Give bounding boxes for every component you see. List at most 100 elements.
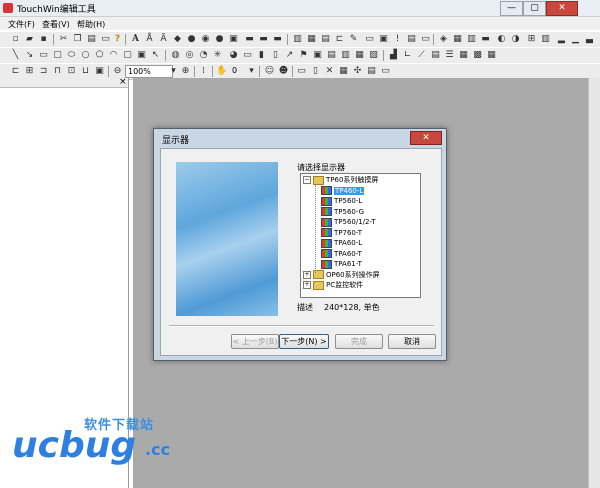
input-icon[interactable]: ▤ — [326, 50, 337, 61]
toggle-tool-icon[interactable]: ▬ — [272, 34, 283, 45]
table2-icon[interactable]: ▦ — [458, 50, 469, 61]
upload-icon[interactable]: ▭ — [420, 34, 431, 45]
save-icon[interactable]: ▪ — [38, 34, 49, 45]
properties-icon[interactable]: ▭ — [380, 66, 391, 77]
data-icon[interactable]: ▥ — [540, 34, 551, 45]
switch-tool-icon[interactable]: ▬ — [258, 34, 269, 45]
expand-icon[interactable]: + — [303, 281, 311, 289]
table-tool-icon[interactable]: ▤ — [320, 34, 331, 45]
rectangle-icon[interactable]: ▭ — [38, 50, 49, 61]
zoom-in-icon[interactable]: ⊕ — [180, 66, 191, 77]
picture-icon[interactable]: ▣ — [228, 34, 239, 45]
paste-icon[interactable]: ▤ — [86, 34, 97, 45]
zoom-select[interactable]: 100% — [125, 65, 173, 78]
chart-shape-icon[interactable]: ◉ — [200, 34, 211, 45]
pointer-icon[interactable]: ↖ — [150, 50, 161, 61]
download-icon[interactable]: ▤ — [406, 34, 417, 45]
tree-item[interactable]: TP560-L — [321, 196, 362, 207]
tree-item[interactable]: TP560-G — [321, 207, 364, 218]
hand-icon[interactable]: ✋ — [216, 66, 227, 77]
level-icon[interactable]: ▯ — [270, 50, 281, 61]
text-tool-icon[interactable]: A — [130, 34, 141, 45]
ellipse-icon[interactable]: ⬭ — [66, 50, 77, 61]
cut-icon[interactable]: ✂ — [58, 34, 69, 45]
pie-icon[interactable]: ◕ — [228, 50, 239, 61]
grid2-icon[interactable]: ▦ — [486, 50, 497, 61]
circle-outline-icon[interactable]: ○ — [80, 50, 91, 61]
meter-icon[interactable]: ◍ — [170, 50, 181, 61]
flag-icon[interactable]: ⚑ — [298, 50, 309, 61]
circle-icon[interactable]: ● — [214, 34, 225, 45]
dialog-close-button[interactable]: ✕ — [410, 131, 442, 145]
pane-close-icon[interactable]: × — [119, 77, 127, 87]
gauge-icon[interactable]: ◎ — [184, 50, 195, 61]
text-align-icon[interactable]: Å — [144, 34, 155, 45]
tree-item[interactable]: TP460-L — [321, 186, 365, 197]
tree-item[interactable]: TP560/1/2-T — [321, 217, 376, 228]
close-button[interactable]: ✕ — [546, 1, 578, 16]
emoji-a-icon[interactable]: ☺ — [264, 66, 275, 77]
next-button[interactable]: 下一步(N) > — [279, 334, 329, 349]
zoom-out-icon[interactable]: ⊖ — [112, 66, 123, 77]
group-icon[interactable]: ✣ — [352, 66, 363, 77]
trend-chart-icon[interactable]: ▁ — [570, 34, 581, 45]
expand-icon[interactable]: + — [303, 270, 311, 279]
trend-icon[interactable]: ⟋ — [416, 50, 427, 61]
recipe-icon[interactable]: ▤ — [430, 50, 441, 61]
star-icon[interactable]: ✳ — [212, 50, 223, 61]
new-file-icon[interactable]: ▫ — [10, 34, 21, 45]
lamp-icon[interactable]: ● — [186, 34, 197, 45]
image-icon[interactable]: ▣ — [136, 50, 147, 61]
layer-dropdown-icon[interactable]: ▾ — [246, 66, 257, 77]
alarm-icon[interactable]: ! — [392, 34, 403, 45]
tree-item[interactable]: TPA61-T — [321, 259, 362, 270]
component-icon[interactable]: ▥ — [466, 34, 477, 45]
frame-icon[interactable]: ▢ — [122, 50, 133, 61]
button-tool-icon[interactable]: ▬ — [244, 34, 255, 45]
menu-file[interactable]: 文件(F) — [8, 19, 35, 30]
align-top-icon[interactable]: ⊓ — [52, 66, 63, 77]
tree-item[interactable]: TPA60-L — [321, 238, 362, 249]
arc-icon[interactable]: ◠ — [108, 50, 119, 61]
polyline-icon[interactable]: ↘ — [24, 50, 35, 61]
window-tool-icon[interactable]: ▥ — [292, 34, 303, 45]
xy-graph-icon[interactable]: ∟ — [402, 50, 413, 61]
vertical-scrollbar[interactable] — [588, 78, 600, 488]
shape-fill-icon[interactable]: ◆ — [172, 34, 183, 45]
setting-gear-icon[interactable]: ◐ — [496, 34, 507, 45]
bar-icon[interactable]: ▮ — [256, 50, 267, 61]
maximize-button[interactable]: ▢ — [523, 1, 546, 16]
tree-item[interactable]: TPA60-T — [321, 249, 362, 260]
calc-icon[interactable]: ▦ — [354, 50, 365, 61]
tree-icon[interactable]: ⊞ — [526, 34, 537, 45]
polygon-icon[interactable]: ⬠ — [94, 50, 105, 61]
cancel-button[interactable]: 取消 — [388, 334, 436, 349]
lock-icon[interactable]: ▦ — [338, 66, 349, 77]
list-icon[interactable]: ☰ — [444, 50, 455, 61]
align-center-icon[interactable]: ⊞ — [24, 66, 35, 77]
comm-icon[interactable]: ▦ — [452, 34, 463, 45]
keypad-icon[interactable]: ▧ — [368, 50, 379, 61]
display-tree[interactable]: − TP60系列触摸屏 TP460-L TP560-L TP560-G TP560/1/2… — [300, 173, 421, 298]
align-right-icon[interactable]: ⊐ — [38, 66, 49, 77]
tree-item[interactable]: TP760-T — [321, 228, 362, 239]
record-icon[interactable]: ▣ — [378, 34, 389, 45]
finish-button[interactable]: 完成 — [335, 334, 383, 349]
histogram-icon[interactable]: ▃ — [584, 34, 595, 45]
zoom-dropdown-icon[interactable]: ▾ — [168, 66, 179, 77]
panel-icon[interactable]: ▬ — [480, 34, 491, 45]
same-size-icon[interactable]: ▣ — [94, 66, 105, 77]
edit-tool-icon[interactable]: ✎ — [348, 34, 359, 45]
bell-icon[interactable]: ▣ — [312, 50, 323, 61]
font-icon[interactable]: Ä — [158, 34, 169, 45]
open-folder-icon[interactable]: ▰ — [24, 34, 35, 45]
minimize-button[interactable]: — — [500, 1, 523, 16]
palette-icon[interactable]: ◑ — [510, 34, 521, 45]
print-icon[interactable]: ▭ — [100, 34, 111, 45]
menu-view[interactable]: 查看(V) — [42, 19, 70, 30]
emoji-b-icon[interactable]: ☻ — [278, 66, 289, 77]
menu-help[interactable]: 帮助(H) — [77, 19, 105, 30]
layer-up-icon[interactable]: ▭ — [296, 66, 307, 77]
line-icon[interactable]: ╲ — [10, 50, 21, 61]
link-icon[interactable]: ◈ — [438, 34, 449, 45]
